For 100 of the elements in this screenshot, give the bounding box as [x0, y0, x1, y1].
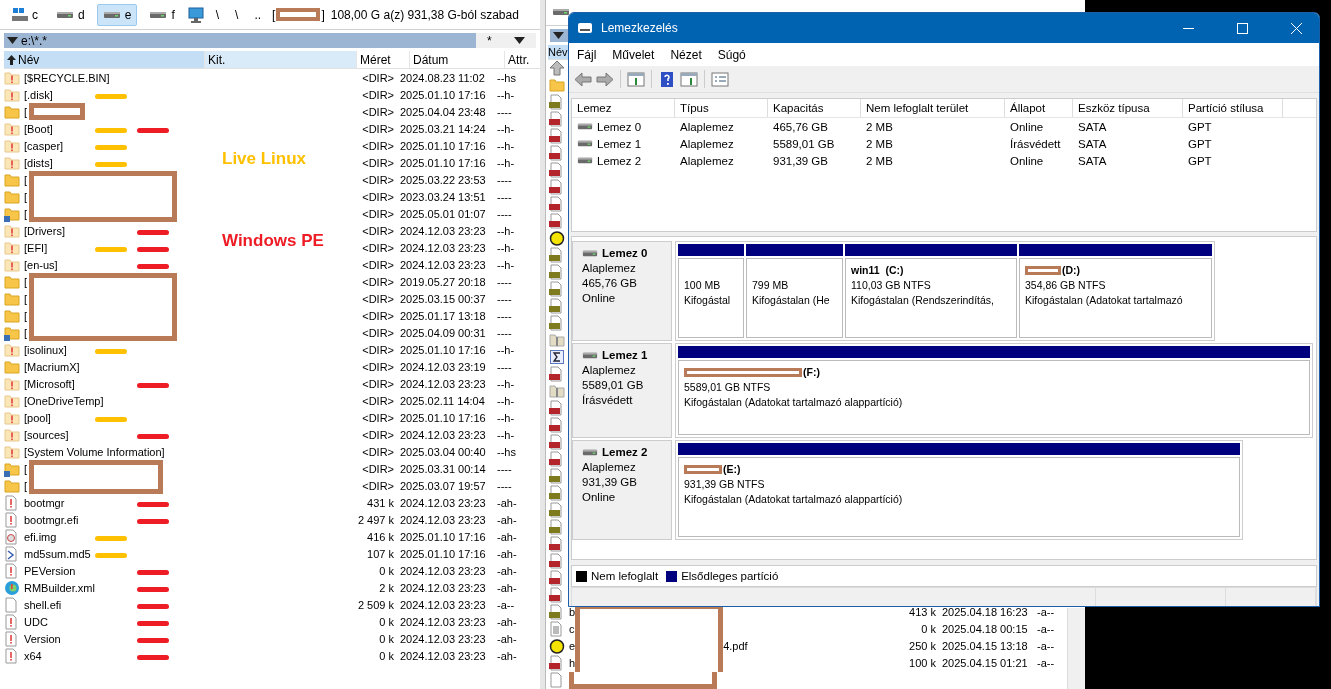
column-header[interactable]: Kit. — [205, 51, 357, 68]
network-icon[interactable] — [186, 6, 205, 23]
column-header[interactable]: Lemez — [572, 99, 675, 117]
file-name[interactable]: [MacriumX] — [24, 360, 80, 373]
file-name[interactable]: [Boot] — [24, 122, 53, 135]
file-name[interactable]: [$RECYCLE.BIN] — [24, 71, 110, 84]
file-name[interactable]: x64 — [24, 649, 42, 662]
file-name[interactable]: [ — [24, 207, 28, 220]
menu-item[interactable]: Fájl — [569, 47, 605, 62]
file-name[interactable]: bootmgr.efi — [24, 513, 79, 526]
column-header[interactable]: Eszköz típusa — [1073, 99, 1183, 117]
file-size: <DIR> — [361, 139, 394, 152]
file-name[interactable]: [ — [24, 105, 28, 118]
file-name[interactable]: h — [569, 657, 576, 670]
file-name[interactable]: [ — [24, 309, 28, 322]
partition[interactable]: win11 (C:) 110,03 GB NTFS Kifogástalan (Rendszerindítás, — [845, 258, 1017, 338]
column-header[interactable]: Állapot — [1005, 99, 1073, 117]
dropdown-arrow-icon[interactable] — [553, 31, 564, 39]
file-name[interactable]: [.disk] — [24, 88, 53, 101]
back-icon[interactable] — [574, 70, 592, 88]
menu-item[interactable]: Művelet — [604, 47, 663, 62]
file-name[interactable]: [ — [24, 462, 28, 475]
file-name[interactable]: e — [569, 640, 576, 653]
file-name[interactable]: [ — [24, 479, 28, 492]
drive-button[interactable]: d — [50, 3, 91, 26]
drive-button[interactable]: e — [96, 3, 138, 26]
table-cell: Lemez 0 — [597, 120, 642, 133]
partition[interactable]: (D:) 354,86 GB NTFS Kifogástalan (Adatokat tartalmazó — [1019, 258, 1212, 338]
path-bar[interactable]: e:\*.* — [4, 33, 476, 48]
file-name[interactable]: efi.img — [24, 530, 57, 543]
file-name[interactable]: [System Volume Information] — [24, 445, 165, 458]
column-header[interactable]: Méret — [357, 51, 410, 68]
file-name[interactable]: md5sum.md5 — [24, 547, 91, 560]
file-name[interactable]: bootmgr — [24, 496, 65, 509]
file-name[interactable]: [casper] — [24, 139, 64, 152]
file-attributes: -ah- — [496, 581, 518, 594]
file-name[interactable]: [ — [24, 292, 28, 305]
help-icon[interactable] — [658, 70, 676, 88]
filter-button[interactable]: * — [487, 33, 492, 48]
file-date: 2024.12.03 23:19 — [399, 360, 487, 373]
marker-stroke — [137, 128, 169, 133]
root-button[interactable]: \ — [230, 7, 244, 22]
file-name[interactable]: c — [569, 623, 575, 636]
column-header[interactable]: Típus — [675, 99, 768, 117]
console-tree-icon[interactable] — [627, 70, 645, 88]
file-name[interactable]: UDC — [24, 615, 48, 628]
file-name[interactable]: b — [569, 606, 576, 619]
column-header[interactable]: Kapacitás — [768, 99, 861, 117]
file-name[interactable]: [ — [24, 190, 28, 203]
column-header[interactable]: Nem lefoglalt terület — [861, 99, 1005, 117]
image-file-icon — [549, 434, 565, 451]
file-name[interactable]: [OneDriveTemp] — [24, 394, 104, 407]
file-name[interactable]: [ — [24, 326, 28, 339]
photo-file-icon — [549, 485, 565, 502]
file-name[interactable]: [EFI] — [24, 241, 48, 254]
menu-item[interactable]: Nézet — [662, 47, 710, 62]
menu-item[interactable]: Súgó — [709, 47, 754, 62]
partition-status: Kifogástalan (Adatokat tartalmazó alappartíció) — [684, 395, 904, 410]
file-attributes: -ah- — [496, 564, 518, 577]
partition[interactable]: (E:) 931,39 GB NTFS Kifogástalan (Adatokat tartalmazó alappartíció) — [678, 457, 1240, 537]
network-root-button[interactable]: \ — [210, 7, 225, 22]
file-name[interactable]: [Microsoft] — [24, 377, 75, 390]
hidden-file-icon — [4, 562, 20, 579]
partition[interactable]: (F:) 5589,01 GB NTFS Kifogástalan (Adatokat tartalmazó alappartíció) — [678, 360, 1310, 435]
partition[interactable]: 100 MB Kifogástal — [678, 258, 744, 338]
drive-button[interactable]: c — [6, 3, 44, 26]
scrollbar[interactable] — [1067, 608, 1085, 689]
file-name[interactable]: [ — [24, 275, 28, 288]
file-name[interactable]: [en-us] — [24, 258, 58, 271]
file-name[interactable]: Version — [24, 632, 61, 645]
action-pane-icon[interactable] — [680, 70, 698, 88]
file-name[interactable]: [pool] — [24, 411, 51, 424]
drive-button[interactable]: f — [143, 3, 181, 26]
file-name[interactable]: [sources] — [24, 428, 69, 441]
partition[interactable]: 799 MB Kifogástalan (He — [746, 258, 843, 338]
file-size: <DIR> — [361, 309, 394, 322]
column-header[interactable]: Attr. — [505, 51, 540, 68]
parent-button[interactable]: .. — [249, 7, 267, 22]
file-name[interactable]: shell.efi — [24, 598, 62, 611]
file-attributes: --h- — [496, 224, 516, 237]
file-name[interactable]: 4.pdf — [723, 640, 748, 653]
table-cell: GPT — [1188, 154, 1212, 167]
file-name[interactable]: PEVersion — [24, 564, 76, 577]
dropdown-arrow-icon[interactable] — [513, 37, 525, 44]
marker-stroke — [95, 417, 127, 422]
file-name[interactable]: [dists] — [24, 156, 53, 169]
file-name[interactable]: [Drivers] — [24, 224, 65, 237]
file-date: 2024.12.03 23:23 — [399, 564, 487, 577]
volume-label-bracket: [ — [272, 7, 276, 22]
forward-icon[interactable] — [596, 70, 614, 88]
column-header[interactable]: Név — [548, 44, 568, 59]
file-name[interactable]: [ — [24, 173, 28, 186]
properties-icon[interactable] — [711, 70, 729, 88]
column-header[interactable]: Név — [4, 51, 205, 68]
table-cell: SATA — [1078, 137, 1107, 150]
file-size: <DIR> — [361, 445, 394, 458]
column-header[interactable]: Dátum — [410, 51, 505, 68]
file-name[interactable]: [isolinux] — [24, 343, 67, 356]
file-name[interactable]: RMBuilder.xml — [24, 581, 95, 594]
column-header[interactable]: Partíció stílusa — [1183, 99, 1283, 117]
